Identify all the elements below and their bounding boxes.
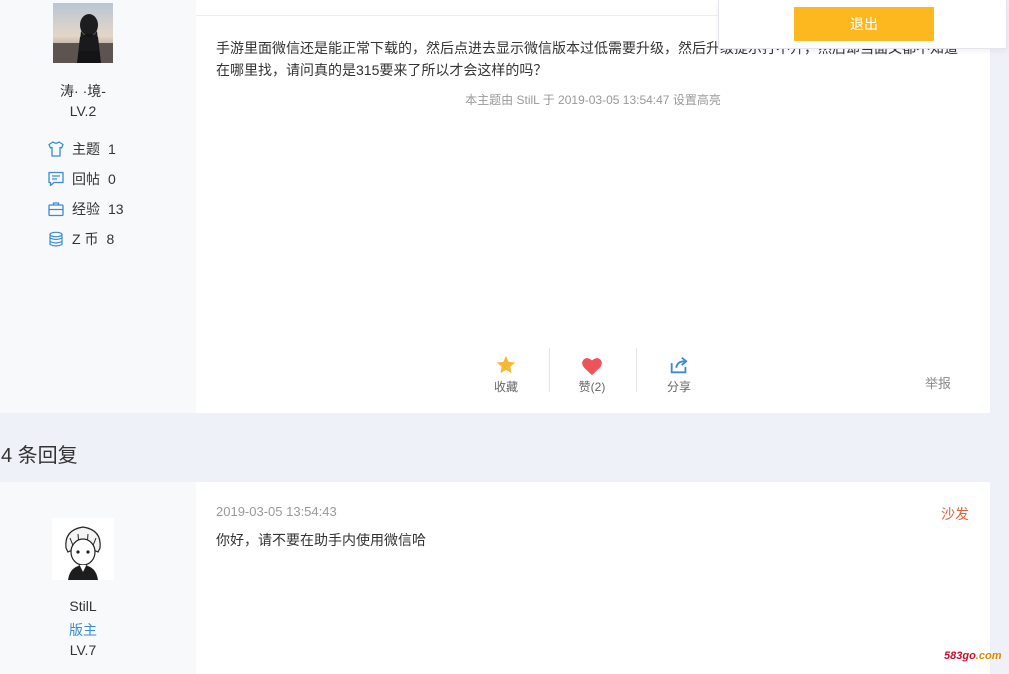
watermark-part: 583go bbox=[944, 650, 976, 662]
stat-value: 1 bbox=[108, 141, 116, 157]
shirt-icon bbox=[47, 140, 65, 158]
reply-author-name[interactable]: StilL bbox=[0, 598, 166, 614]
action-divider bbox=[636, 348, 637, 392]
reply-author-level: LV.7 bbox=[69, 642, 97, 658]
author-level: LV.2 bbox=[69, 103, 97, 119]
reply-author-avatar[interactable] bbox=[52, 518, 114, 580]
stat-value: 8 bbox=[106, 231, 115, 247]
stat-label: Z 币 bbox=[72, 231, 99, 247]
stat-topics: 主题 1 bbox=[47, 139, 116, 159]
watermark-part: .com bbox=[975, 650, 1002, 662]
replies-heading: 4 条回复 bbox=[1, 445, 78, 467]
stat-coins: Z 币 8 bbox=[47, 229, 114, 249]
briefcase-icon bbox=[47, 200, 65, 218]
coins-icon bbox=[47, 230, 65, 248]
post-highlight-note: 本主题由 StilL 于 2019-03-05 13:54:47 设置高亮 bbox=[465, 93, 721, 107]
logout-popover: 退出 bbox=[718, 0, 1007, 49]
like-label: 赞(2) bbox=[578, 380, 606, 394]
favorite-button[interactable]: 收藏 bbox=[476, 350, 536, 395]
share-icon bbox=[649, 350, 709, 376]
like-button[interactable]: 赞(2) bbox=[562, 350, 622, 395]
heart-icon bbox=[562, 350, 622, 376]
reply-timestamp: 2019-03-05 13:54:43 bbox=[216, 504, 337, 519]
stat-label: 经验 bbox=[72, 201, 100, 217]
action-divider bbox=[549, 348, 550, 392]
share-button[interactable]: 分享 bbox=[649, 350, 709, 395]
favorite-label: 收藏 bbox=[493, 380, 518, 394]
stat-label: 主题 bbox=[72, 141, 100, 157]
author-name[interactable]: 涛· ·境- bbox=[0, 81, 166, 101]
stat-experience: 经验 13 bbox=[47, 199, 124, 219]
site-watermark: 583go.com bbox=[944, 650, 1001, 662]
reply-author-role: 版主 bbox=[69, 622, 97, 638]
share-label: 分享 bbox=[666, 380, 691, 394]
comment-icon bbox=[47, 170, 65, 188]
star-icon bbox=[476, 350, 536, 376]
reply-body: 你好，请不要在助手内使用微信哈 bbox=[216, 532, 426, 548]
stat-replies: 回帖 0 bbox=[47, 169, 116, 189]
stat-label: 回帖 bbox=[72, 171, 100, 187]
stat-value: 13 bbox=[108, 201, 124, 217]
reply-floor-label: 沙发 bbox=[941, 506, 969, 522]
author-avatar[interactable] bbox=[53, 3, 113, 63]
stat-value: 0 bbox=[108, 171, 116, 187]
report-link[interactable]: 举报 bbox=[925, 373, 951, 392]
logout-button[interactable]: 退出 bbox=[794, 7, 934, 41]
